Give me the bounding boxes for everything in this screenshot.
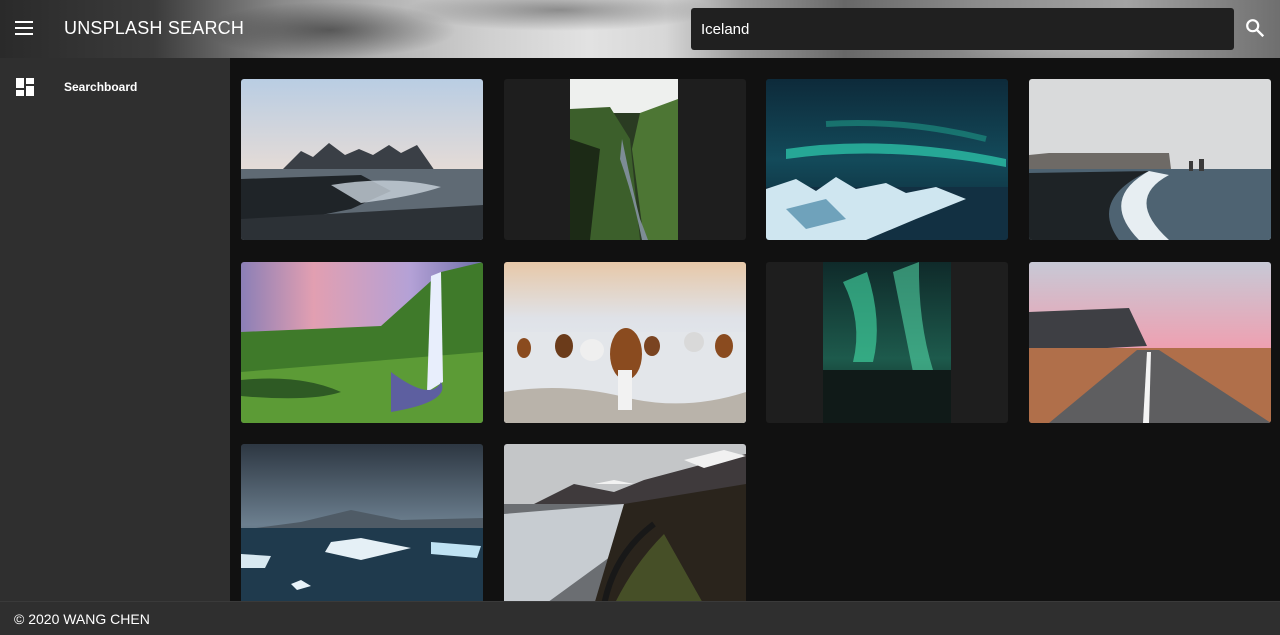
sidebar-item-label: Searchboard: [64, 80, 138, 94]
app-title: UNSPLASH SEARCH: [64, 18, 245, 38]
photo-glacier-lagoon: [241, 444, 483, 601]
photo-aurora-ice: [766, 79, 1008, 240]
photo-aurora-green: [823, 262, 951, 423]
result-image-card[interactable]: [1029, 262, 1271, 423]
result-image-card[interactable]: [504, 444, 746, 601]
result-image-card[interactable]: [1029, 79, 1271, 240]
result-image-card[interactable]: [504, 262, 746, 423]
result-image-card[interactable]: [241, 444, 483, 601]
sidebar-item-searchboard[interactable]: Searchboard: [0, 58, 230, 114]
dashboard-icon: [16, 78, 34, 96]
photo-road-cliff: [1029, 262, 1271, 423]
photo-black-sand-beach: [1029, 79, 1271, 240]
photo-waterfall: [241, 262, 483, 423]
photo-green-canyon: [570, 79, 678, 240]
app-bar: UNSPLASH SEARCH: [0, 0, 1280, 58]
result-image-card[interactable]: [241, 79, 483, 240]
result-image-card[interactable]: [766, 79, 1008, 240]
sidebar: Searchboard: [0, 58, 230, 601]
hamburger-menu-icon[interactable]: [15, 21, 33, 35]
result-image-card[interactable]: [241, 262, 483, 423]
copyright-text: © 2020 WANG CHEN: [14, 611, 150, 627]
results-grid: [230, 58, 1280, 601]
result-image-card[interactable]: [504, 79, 746, 240]
photo-horses: [504, 262, 746, 423]
result-image-card[interactable]: [766, 262, 1008, 423]
photo-mountain-beach: [241, 79, 483, 240]
photo-mountain-road: [504, 444, 746, 601]
footer: © 2020 WANG CHEN: [0, 601, 1280, 635]
search-input[interactable]: [691, 8, 1234, 50]
search-icon[interactable]: [1244, 17, 1266, 39]
